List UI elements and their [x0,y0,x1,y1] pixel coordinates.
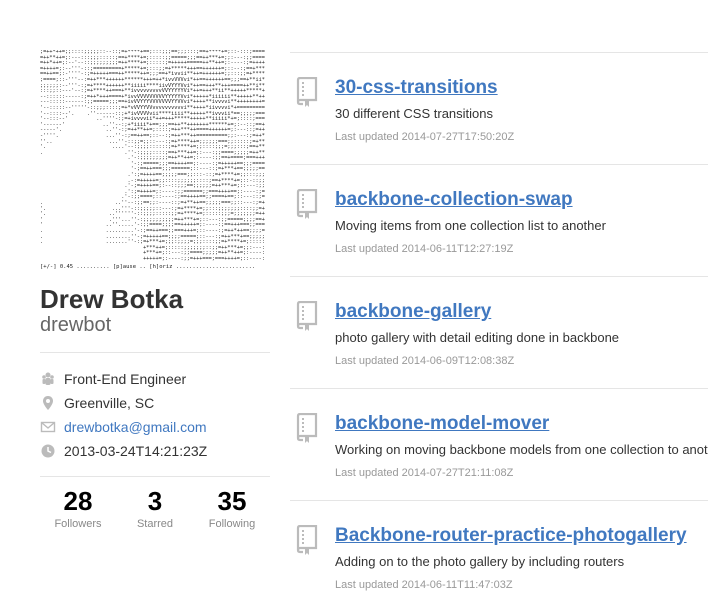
profile-full-name: Drew Botka [40,284,184,314]
repo-description: 30 different CSS transitions [335,106,494,121]
repo-name-link[interactable]: Backbone-router-practice-photogallery [335,525,687,547]
clock-icon [40,443,56,459]
repo-updated: Last updated 2014-07-27T21:11:08Z [335,467,514,479]
repo-name-link[interactable]: backbone-gallery [335,301,491,323]
list-item: 30-css-transitions 30 different CSS tran… [290,52,708,165]
organization-icon [40,371,56,387]
repo-book-icon [296,524,318,560]
stat-label: Following [208,518,256,530]
list-item: backbone-gallery photo gallery with deta… [290,276,708,389]
repo-book-icon [296,76,318,112]
list-item: Backbone-router-practice-photogallery Ad… [290,500,708,613]
repo-book-icon [296,188,318,224]
repo-name-link[interactable]: 30-css-transitions [335,77,498,99]
stat-value: 35 [217,486,247,516]
repo-updated: Last updated 2014-06-11T12:27:19Z [335,243,514,255]
ascii-art-avatar: ;=++*++=;;::::;;;;;::--::;=+****+==;:::;… [40,50,265,262]
list-item: backbone-collection-swap Moving items fr… [290,164,708,277]
repo-updated: Last updated 2014-06-11T11:47:03Z [335,579,513,591]
profile-username: drewbot [40,314,112,336]
avatar[interactable]: ;=++*++=;;::::;;;;;::--::;=+****+==;:::;… [40,50,270,274]
stat-label: Followers [54,518,102,530]
location: Greenville, SC [64,395,155,411]
stat-followers[interactable]: 28 Followers [40,486,116,530]
repo-description: Adding on to the photo gallery by includ… [335,554,625,569]
stat-value: 3 [147,486,163,516]
divider [40,352,270,353]
repo-updated: Last updated 2014-07-27T17:50:20Z [335,131,515,143]
repo-book-icon [296,300,318,336]
divider [40,476,270,477]
list-item: backbone-model-mover Working on moving b… [290,388,708,501]
repo-name-link[interactable]: backbone-collection-swap [335,189,573,211]
repo-description: photo gallery with detail editing done i… [335,330,620,345]
avatar-caption: [+/-] 0.45 .......... [p]ause .. [h]oriz… [40,264,256,270]
repo-book-icon [296,412,318,448]
stat-label: Starred [136,518,174,530]
join-date: 2013-03-24T14:21:23Z [64,443,208,459]
email-link[interactable]: drewbotka@gmail.com [64,419,207,435]
profile-stats: 28 Followers 3 Starred 35 Following [40,486,270,530]
detail-joined: 2013-03-24T14:21:23Z [40,440,207,462]
detail-location: Greenville, SC [40,392,154,414]
job-title: Front-End Engineer [64,371,187,387]
mail-icon [40,419,56,435]
stat-starred[interactable]: 3 Starred [117,486,193,530]
stat-value: 28 [63,486,93,516]
repo-updated: Last updated 2014-06-09T12:08:38Z [335,355,515,367]
repo-description: Working on moving backbone models from o… [335,442,708,457]
location-pin-icon [40,395,56,411]
detail-email[interactable]: drewbotka@gmail.com [40,416,207,438]
repo-description: Moving items from one collection list to… [335,218,606,233]
stat-following[interactable]: 35 Following [194,486,270,530]
repo-name-link[interactable]: backbone-model-mover [335,413,549,435]
detail-job: Front-End Engineer [40,368,186,390]
